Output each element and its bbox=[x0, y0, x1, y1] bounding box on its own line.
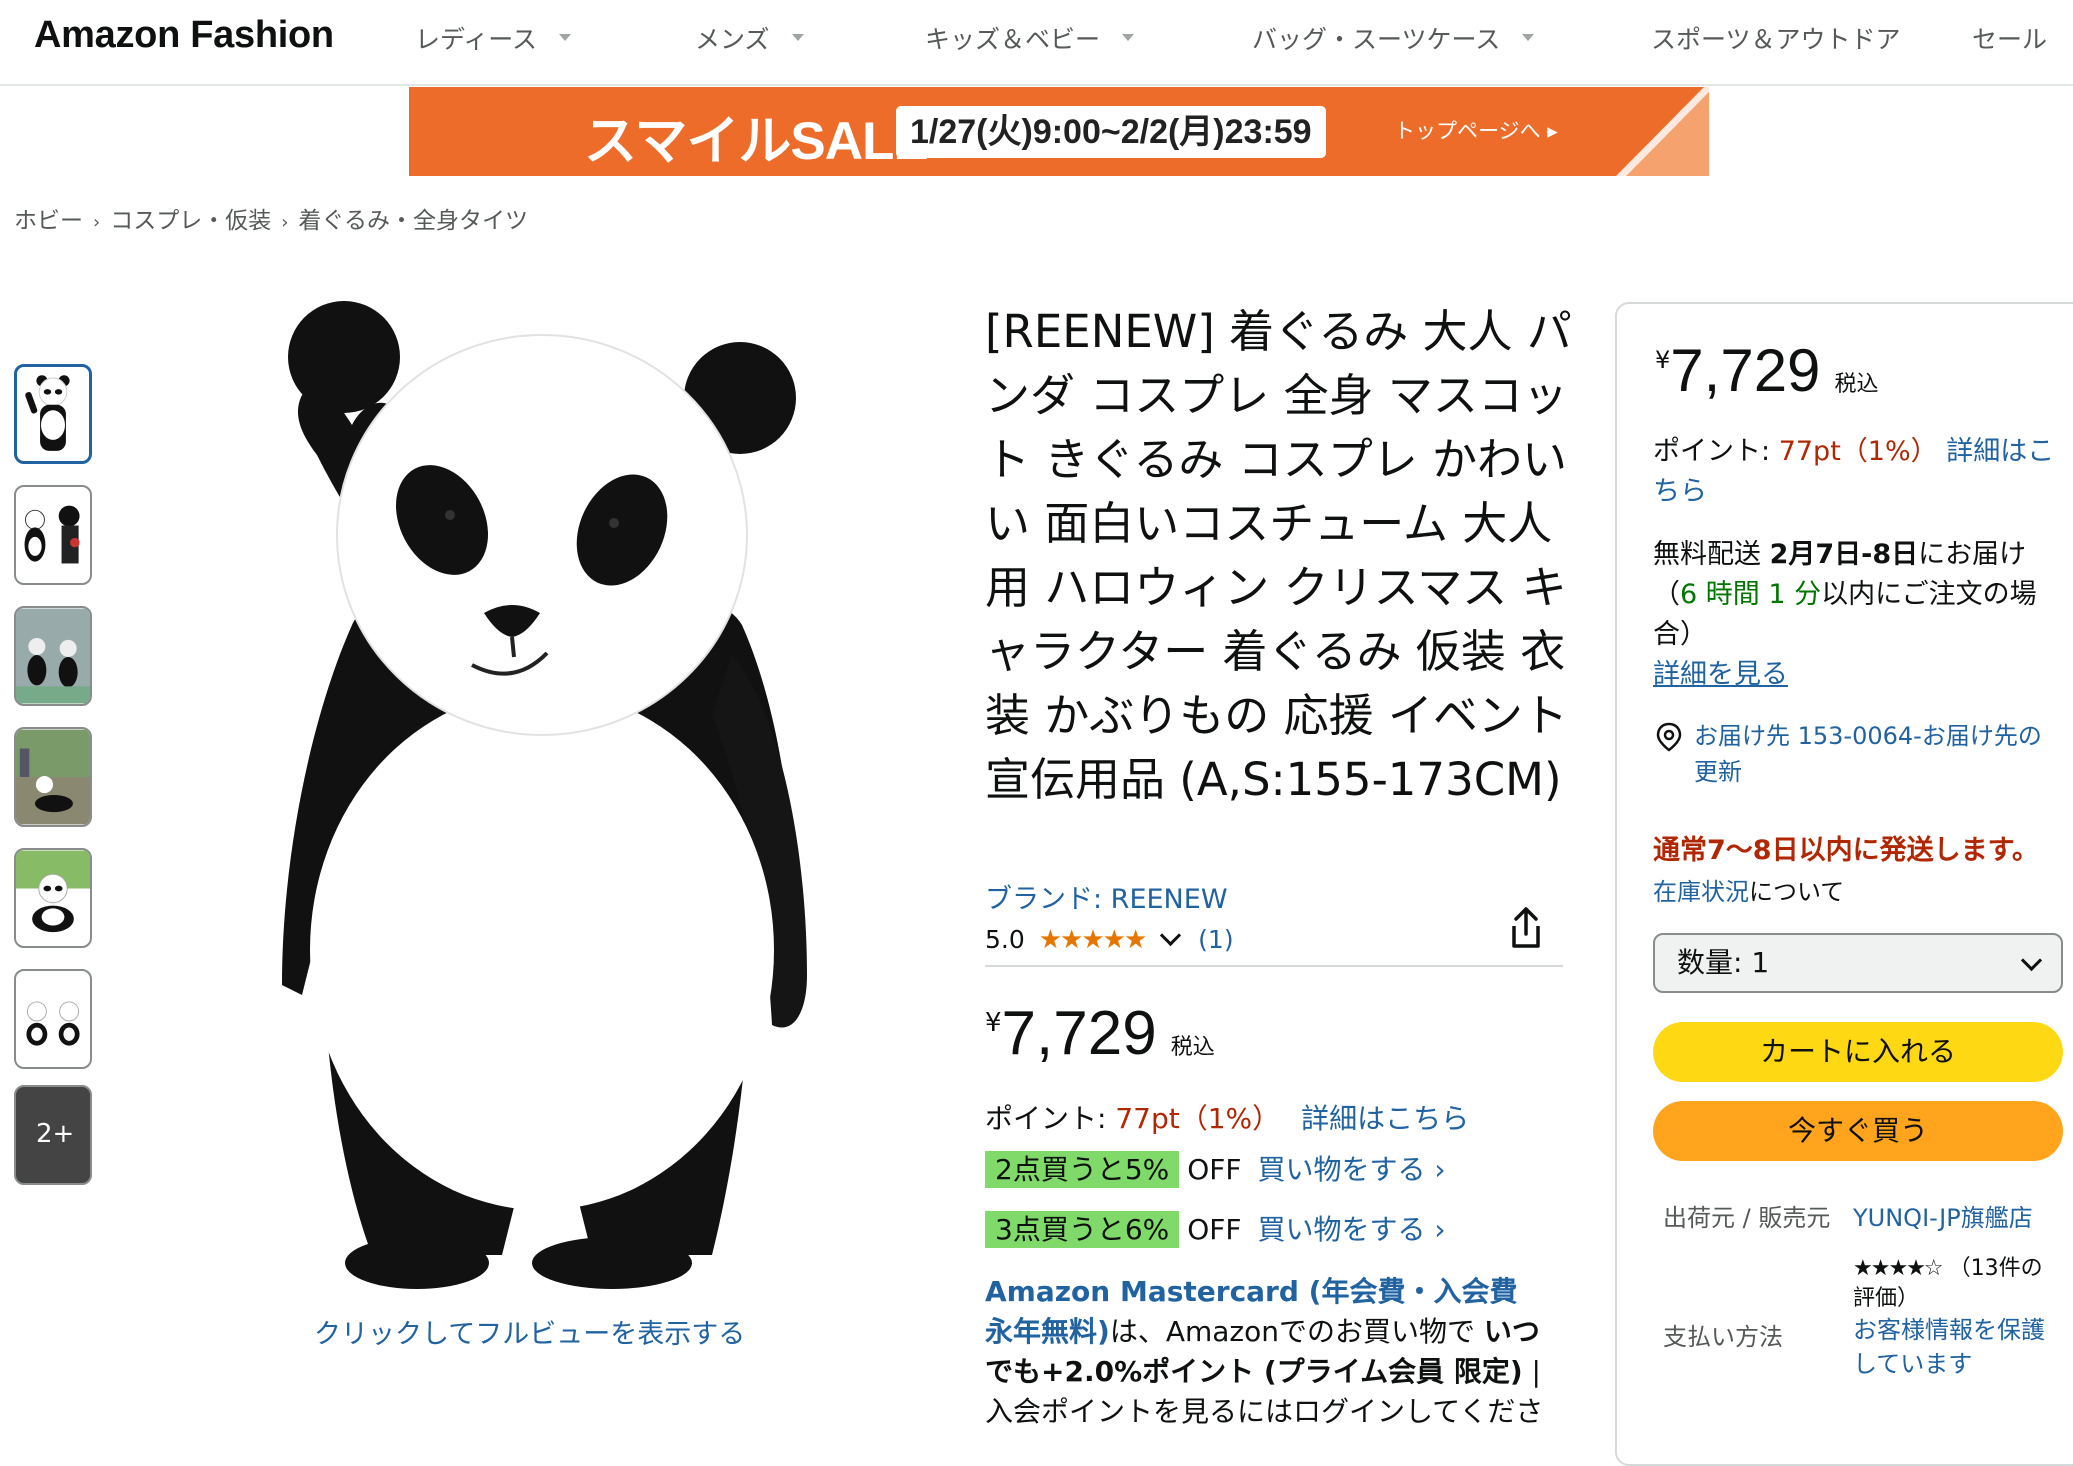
smile-sale-banner[interactable]: スマイルSALE 1/27(火)9:00~2/2(月)23:59 トップページへ… bbox=[409, 87, 1709, 176]
thumbnail-image[interactable] bbox=[14, 727, 92, 827]
buybox-points: ポイント: 77pt（1%） 詳細はこちら bbox=[1653, 432, 2063, 512]
more-images-thumbnail[interactable]: 2+ bbox=[14, 1085, 92, 1185]
bulk-deal-row: 3点買うと6% OFF 買い物をする › bbox=[985, 1208, 1446, 1248]
location-pin-icon bbox=[1656, 722, 1682, 752]
banner-stripe-decoration bbox=[1616, 87, 1709, 176]
delivery-dates: 2月7日-8日 bbox=[1769, 539, 1919, 570]
stock-info: 在庫状況について bbox=[1653, 872, 1844, 907]
delivery-prefix: 無料配送 bbox=[1653, 539, 1761, 570]
tax-label: 税込 bbox=[1170, 1035, 1215, 1060]
chevron-down-icon bbox=[2020, 949, 2043, 972]
quantity-value: 数量: 1 bbox=[1677, 946, 1770, 979]
thumbnail-image[interactable] bbox=[14, 364, 92, 464]
add-to-cart-button[interactable]: カートに入れる bbox=[1653, 1022, 2063, 1082]
star-rating-icon: ★★★★★ bbox=[1038, 925, 1148, 955]
product-price: ¥7,729 税込 bbox=[985, 998, 1215, 1069]
banner-dates: 1/27(火)9:00~2/2(月)23:59 bbox=[896, 106, 1326, 158]
breadcrumb-item[interactable]: ホビー bbox=[14, 208, 83, 234]
seller-star-icon: ★★★★☆ bbox=[1853, 1256, 1944, 1281]
delivery-info: 無料配送 2月7日-8日にお届け （6 時間 1 分以内にご注文の場合） 詳細を… bbox=[1653, 535, 2063, 695]
panda-outdoor-thumbnail-icon bbox=[16, 729, 90, 825]
payment-label: 支払い方法 bbox=[1663, 1323, 1783, 1351]
chevron-down-icon bbox=[791, 33, 804, 41]
delivery-location-link[interactable]: お届け先 153-0064-お届け先の更新 bbox=[1694, 718, 2064, 790]
banner-top-page-link[interactable]: トップページへ ▸ bbox=[1394, 115, 1558, 145]
deal-tag: 3点買うと6% bbox=[985, 1211, 1180, 1248]
price-amount: 7,729 bbox=[1001, 999, 1157, 1068]
deal-off: OFF bbox=[1187, 1153, 1242, 1186]
chevron-down-icon bbox=[1522, 33, 1535, 41]
points-value: 77pt（1%） bbox=[1778, 436, 1938, 467]
points-label: ポイント: bbox=[985, 1102, 1107, 1135]
buy-now-button[interactable]: 今すぐ買う bbox=[1653, 1101, 2063, 1161]
thumbnail-image[interactable] bbox=[14, 969, 92, 1069]
chevron-right-icon: › bbox=[281, 212, 289, 233]
chevron-down-icon bbox=[1122, 33, 1135, 41]
seller-label: 出荷元 / 販売元 bbox=[1663, 1204, 1831, 1232]
breadcrumb-item[interactable]: コスプレ・仮装 bbox=[110, 208, 271, 234]
seller-name-link[interactable]: YUNQI-JP旗艦店 bbox=[1853, 1198, 2033, 1233]
points-info: ポイント: 77pt（1%） 詳細はこちら bbox=[985, 1097, 1469, 1137]
product-title: [REENEW] 着ぐるみ 大人 パンダ コスプレ 全身 マスコット きぐるみ … bbox=[985, 305, 1572, 806]
panda-pair-thumbnail-icon bbox=[24, 505, 80, 564]
order-cutoff-time: 6 時間 1 分 bbox=[1680, 579, 1822, 610]
price-symbol: ¥ bbox=[1655, 346, 1671, 374]
delivery-details-link[interactable]: 詳細を見る bbox=[1653, 659, 1788, 690]
banner-title: スマイルSALE bbox=[584, 112, 929, 171]
shop-deal-link[interactable]: 買い物をする › bbox=[1258, 1213, 1446, 1246]
panda-duo-thumbnail-icon bbox=[26, 1001, 80, 1046]
nav-item-bags-suitcases[interactable]: バッグ・スーツケース bbox=[1252, 20, 1535, 56]
nav-item-sports-outdoor[interactable]: スポーツ＆アウトドア bbox=[1651, 20, 1901, 56]
price-amount: 7,729 bbox=[1670, 337, 1821, 404]
points-details-link[interactable]: 詳細はこちら bbox=[1301, 1102, 1469, 1135]
quantity-select[interactable]: 数量: 1 bbox=[1653, 933, 2063, 993]
points-label: ポイント: bbox=[1653, 436, 1771, 467]
rating-count-link[interactable]: (1) bbox=[1198, 925, 1233, 954]
cutoff-open: （ bbox=[1653, 579, 1680, 610]
thumbnail-image[interactable] bbox=[14, 485, 92, 585]
stock-suffix: について bbox=[1749, 878, 1845, 906]
seller-rating[interactable]: ★★★★☆ （13件の評価） bbox=[1853, 1254, 2053, 1314]
panda-thumbnail-icon bbox=[25, 375, 70, 451]
nav-item-sale[interactable]: セール bbox=[1972, 20, 2047, 56]
divider bbox=[985, 965, 1563, 967]
amazon-fashion-logo[interactable]: Amazon Fashion bbox=[34, 14, 334, 57]
nav-item-kids-baby[interactable]: キッズ＆ベビー bbox=[925, 20, 1135, 56]
brand-link[interactable]: ブランド: REENEW bbox=[985, 877, 1228, 916]
delivery-suffix: にお届け bbox=[1918, 539, 2027, 570]
thumbnail-image[interactable] bbox=[14, 606, 92, 706]
tax-label: 税込 bbox=[1834, 372, 1879, 397]
payment-security-link[interactable]: お客様情報を保護しています bbox=[1853, 1313, 2063, 1381]
shipping-notice: 通常7〜8日以内に発送します。 bbox=[1653, 835, 2039, 866]
mastercard-promo: Amazon Mastercard (年会費・入会費 永年無料)は、Amazon… bbox=[985, 1272, 1555, 1432]
breadcrumb: ホビー › コスプレ・仮装 › 着ぐるみ・全身タイツ bbox=[14, 201, 528, 235]
rating-summary[interactable]: 5.0 ★★★★★ (1) bbox=[985, 924, 1234, 955]
chevron-down-icon bbox=[559, 33, 572, 41]
deal-off: OFF bbox=[1187, 1213, 1242, 1246]
rating-value: 5.0 bbox=[985, 925, 1025, 954]
deal-tag: 2点買うと5% bbox=[985, 1151, 1180, 1188]
mastercard-text: は、Amazonでのお買い物で bbox=[1109, 1315, 1484, 1348]
price-symbol: ¥ bbox=[985, 1008, 1002, 1038]
nav-item-mens[interactable]: メンズ bbox=[695, 20, 804, 56]
buybox-price: ¥7,729 税込 bbox=[1655, 336, 1878, 405]
breadcrumb-item[interactable]: 着ぐるみ・全身タイツ bbox=[298, 208, 528, 234]
panda-sitting-thumbnail-icon bbox=[16, 850, 90, 933]
share-icon[interactable] bbox=[1508, 906, 1544, 950]
shop-deal-link[interactable]: 買い物をする › bbox=[1258, 1153, 1446, 1186]
bulk-deal-row: 2点買うと5% OFF 買い物をする › bbox=[985, 1148, 1446, 1188]
points-value: 77pt（1%） bbox=[1115, 1102, 1281, 1135]
chevron-down-icon[interactable] bbox=[1160, 924, 1182, 947]
nav-item-ladies[interactable]: レディース bbox=[415, 20, 572, 56]
full-view-link[interactable]: クリックしてフルビューを表示する bbox=[314, 1312, 745, 1351]
chevron-right-icon: › bbox=[93, 212, 101, 233]
top-nav: Amazon Fashion レディース メンズ キッズ＆ベビー バッグ・スーツ… bbox=[0, 0, 2073, 86]
panda-costume-main-image[interactable] bbox=[262, 295, 822, 1290]
more-images-count: 2+ bbox=[36, 1119, 75, 1149]
stock-status-link[interactable]: 在庫状況 bbox=[1653, 878, 1749, 906]
panda-group-thumbnail-icon bbox=[16, 608, 90, 704]
thumbnail-image[interactable] bbox=[14, 848, 92, 948]
